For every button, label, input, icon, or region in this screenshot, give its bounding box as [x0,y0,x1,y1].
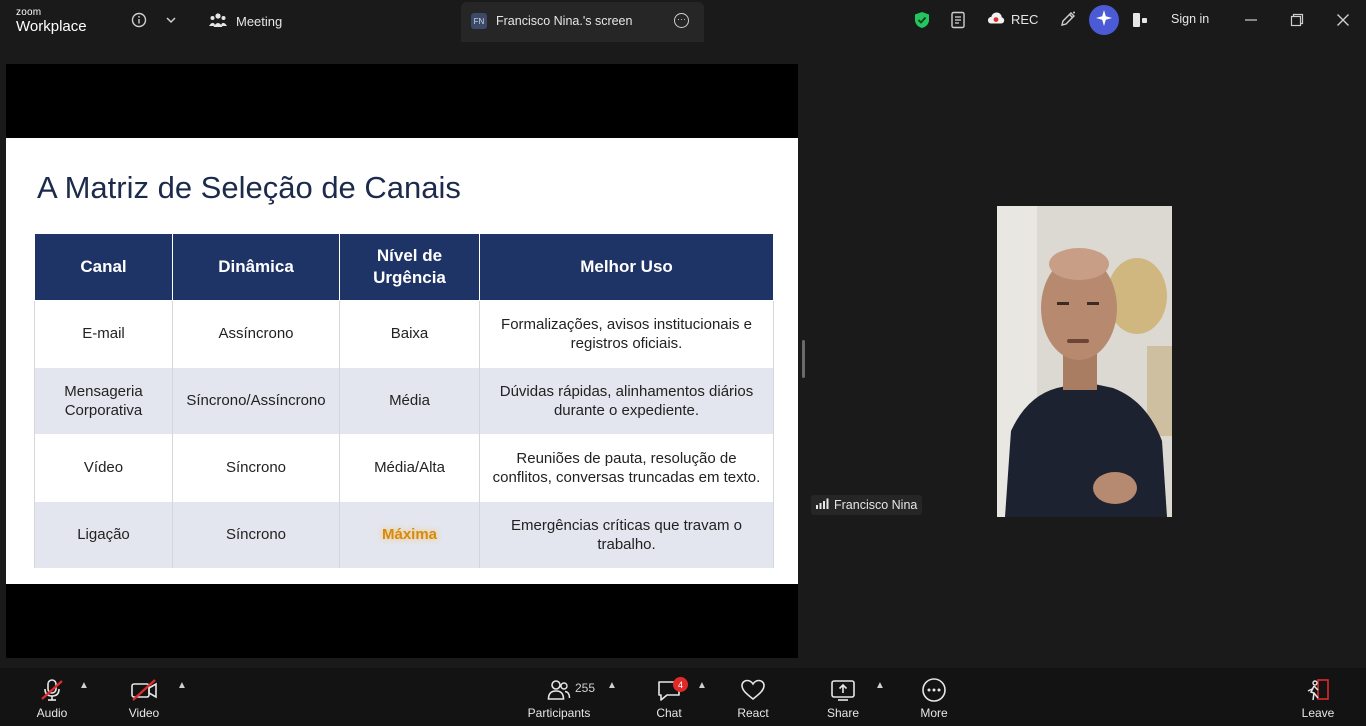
sign-in-link[interactable]: Sign in [1171,12,1209,26]
record-button[interactable]: REC [987,11,1038,28]
more-button[interactable]: More [912,668,956,726]
cloud-record-icon [987,11,1005,28]
table-cell: Síncrono/Assíncrono [172,367,340,435]
participants-options-chevron-icon[interactable]: ▲ [607,680,617,691]
table-cell: Média [339,367,480,435]
table-cell: Baixa [339,300,480,368]
video-options-chevron-icon[interactable]: ▲ [177,680,187,691]
highlighted-urgency: Máxima [381,526,438,544]
leave-icon [1305,678,1331,702]
sparkle-icon [1095,9,1113,32]
channel-matrix-table: Canal Dinâmica Nível de Urgência Melhor … [34,234,774,568]
meeting-label: Meeting [236,13,283,29]
participants-button[interactable]: Participants [526,668,592,726]
share-options-chevron-icon[interactable]: ▲ [875,680,885,691]
more-label: More [920,706,948,720]
slide-title: A Matriz de Seleção de Canais [37,170,461,205]
participant-name-tag: Francisco Nina [811,495,923,515]
share-button[interactable]: Share [821,668,865,726]
notes-icon[interactable] [950,11,966,34]
table-cell: Formalizações, avisos institucionais e r… [479,300,774,368]
table-cell: Assíncrono [172,300,340,368]
table-row: Mensageria Corporativa Síncrono/Assíncro… [34,367,774,435]
table-cell: Síncrono [172,501,340,568]
presentation-slide: A Matriz de Seleção de Canais Canal Dinâ… [6,138,798,584]
share-label: Share [826,706,860,720]
table-cell: Reuniões de pauta, resolução de conflito… [479,434,774,502]
participants-icon [547,678,571,702]
brand-bottom: Workplace [16,18,87,35]
apps-icon[interactable] [1131,11,1149,34]
shared-screen-view[interactable]: A Matriz de Seleção de Canais Canal Dinâ… [6,64,798,658]
close-icon[interactable] [1336,13,1350,32]
participant-name: Francisco Nina [834,498,918,512]
brand-top: zoom [16,7,42,18]
ai-companion-button[interactable] [1089,5,1119,35]
chat-unread-badge: 4 [673,677,688,692]
annotate-pen-icon[interactable] [1059,10,1077,33]
chat-button[interactable]: Chat [647,668,691,726]
participants-count: 255 [575,681,596,695]
react-label: React [737,706,769,720]
panel-resize-handle[interactable] [802,340,805,378]
table-cell: Mensageria Corporativa [34,367,173,435]
video-off-icon [130,678,158,702]
table-cell: Vídeo [34,434,173,502]
participant-video-feed [997,206,1172,517]
table-header-row: Canal Dinâmica Nível de Urgência Melhor … [34,234,774,301]
video-button[interactable]: Video [122,668,166,726]
participants-label: Participants [527,706,591,720]
shield-icon[interactable] [914,11,930,34]
column-header: Nível de Urgência [339,234,480,301]
video-label: Video [128,706,160,720]
table-cell: Síncrono [172,434,340,502]
table-cell: E-mail [34,300,173,368]
screen-owner-badge: FN [471,13,487,29]
title-bar: zoom Workplace Meeting FN Francisco Nina… [0,0,1366,42]
audio-options-chevron-icon[interactable]: ▲ [79,680,89,691]
table-row: E-mail Assíncrono Baixa Formalizações, a… [34,300,774,368]
leave-label: Leave [1301,706,1335,720]
table-row: Ligação Síncrono Máxima Emergências crít… [34,501,774,568]
audio-label: Audio [36,706,68,720]
heart-icon [740,678,766,702]
column-header: Canal [34,234,173,301]
minimize-icon[interactable] [1244,13,1258,32]
tab-shared-screen[interactable]: FN Francisco Nina.'s screen ··· [461,2,704,42]
audio-button[interactable]: Audio [30,668,74,726]
chat-label: Chat [656,706,682,720]
meeting-button[interactable]: Meeting [208,11,282,31]
table-cell-highlight: Máxima [339,501,480,568]
column-header: Dinâmica [172,234,340,301]
share-screen-icon [830,678,856,702]
chat-options-chevron-icon[interactable]: ▲ [697,680,707,691]
more-options-icon[interactable]: ··· [674,13,689,28]
rec-label: REC [1011,12,1039,27]
microphone-muted-icon [39,678,65,702]
table-row: Vídeo Síncrono Média/Alta Reuniões de pa… [34,434,774,502]
screen-tab-label: Francisco Nina.'s screen [496,14,633,28]
people-icon [208,12,228,31]
info-icon[interactable] [131,12,147,33]
table-cell: Ligação [34,501,173,568]
column-header: Melhor Uso [479,234,774,301]
more-icon [921,678,947,702]
chevron-down-icon[interactable] [165,13,177,31]
signal-strength-icon [815,498,829,512]
table-cell: Emergências críticas que travam o trabal… [479,501,774,568]
participant-video[interactable] [997,206,1172,517]
table-cell: Dúvidas rápidas, alinhamentos diários du… [479,367,774,435]
react-button[interactable]: React [731,668,775,726]
table-cell: Média/Alta [339,434,480,502]
restore-icon[interactable] [1290,13,1304,32]
app-logo: zoom Workplace [16,7,87,35]
leave-button[interactable]: Leave [1296,668,1340,726]
